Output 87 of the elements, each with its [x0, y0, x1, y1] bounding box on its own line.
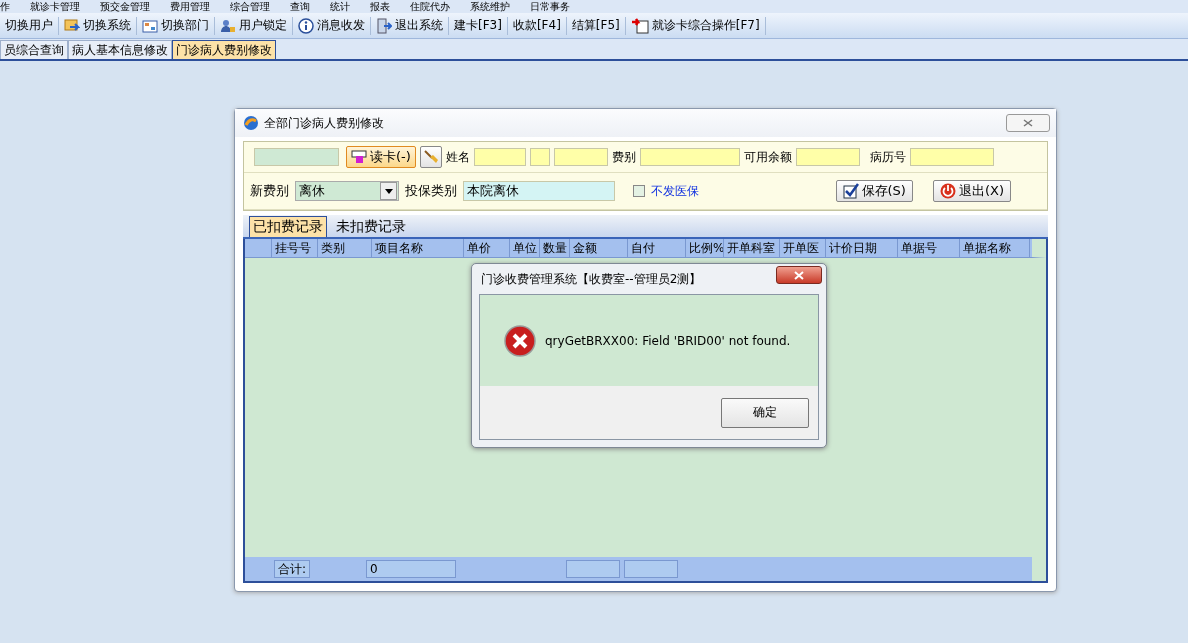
column-header[interactable]: 比例%: [686, 239, 724, 257]
total-cell: [566, 560, 621, 578]
card-number-field[interactable]: [254, 148, 339, 166]
close-icon: [794, 270, 804, 280]
toolbar-button[interactable]: 切换用户: [0, 16, 59, 35]
new-fee-dropdown[interactable]: 离休: [295, 181, 399, 201]
toolbar-button[interactable]: 退出系统: [371, 16, 449, 35]
toolbar-button[interactable]: 收款[F4]: [507, 16, 567, 35]
menu-item[interactable]: 报表: [370, 1, 390, 13]
column-header[interactable]: 项目名称: [372, 239, 464, 257]
column-header[interactable]: 类别: [318, 239, 372, 257]
menu-item[interactable]: 统计: [330, 1, 350, 13]
close-icon: [1023, 119, 1033, 127]
total-cell: [624, 560, 679, 578]
fee-type-field[interactable]: [639, 148, 740, 166]
tab[interactable]: 病人基本信息修改: [68, 40, 172, 59]
field-label: 病历号: [869, 148, 906, 166]
toolbar-button[interactable]: 消息收发: [293, 16, 371, 35]
sex-field[interactable]: [529, 148, 550, 166]
column-header[interactable]: 挂号号: [272, 239, 318, 257]
column-header[interactable]: 开单科室: [724, 239, 780, 257]
toolbar-button[interactable]: 就诊卡综合操作[F7]: [625, 16, 766, 35]
column-header[interactable]: 单据号: [898, 239, 960, 257]
total-cell: 0: [366, 560, 457, 578]
document-icon: [630, 17, 649, 34]
menu-item[interactable]: 系统维护: [470, 1, 510, 13]
exit-button[interactable]: 退出(X): [932, 180, 1011, 202]
field-label: 姓名: [445, 148, 470, 166]
column-header[interactable]: 金额: [570, 239, 628, 257]
toolbar-button[interactable]: 用户锁定: [215, 16, 293, 35]
column-header[interactable]: 自付: [628, 239, 686, 257]
toolbar-button[interactable]: 建卡[F3]: [449, 16, 508, 35]
dropdown-value: 离休: [299, 182, 325, 200]
caret-icon: [384, 188, 393, 194]
column-header[interactable]: 单位: [510, 239, 540, 257]
column-header[interactable]: 数量: [540, 239, 570, 257]
checkbox[interactable]: [633, 185, 645, 197]
tab[interactable]: 员综合查询: [0, 40, 68, 59]
window-icon: [142, 18, 158, 33]
menu-item[interactable]: 作: [0, 1, 10, 13]
record-number-field[interactable]: [909, 148, 994, 166]
tab[interactable]: 门诊病人费别修改: [172, 40, 276, 59]
read-card-button[interactable]: 读卡(-): [346, 146, 416, 168]
card-reader-icon: [351, 150, 367, 164]
column-header[interactable]: 开单医: [780, 239, 826, 257]
save-button[interactable]: 保存(S): [835, 180, 913, 202]
logo-icon: [243, 115, 259, 131]
balance-field[interactable]: [795, 148, 860, 166]
user-lock-icon: [220, 18, 236, 33]
error-icon: [504, 324, 536, 357]
switch-icon: [64, 18, 80, 33]
checkbox-label: 不发医保: [651, 182, 699, 200]
menu-item[interactable]: 查询: [290, 1, 310, 13]
field-label: 投保类别: [405, 182, 457, 200]
tab[interactable]: 已扣费记录: [249, 216, 327, 237]
window-title: 全部门诊病人费别修改: [264, 114, 384, 132]
dropdown-button[interactable]: [380, 182, 397, 200]
menu-item[interactable]: 费用管理: [170, 1, 210, 13]
menu-item[interactable]: 预交金管理: [100, 1, 150, 13]
broom-button[interactable]: [419, 146, 442, 168]
power-icon: [939, 183, 956, 199]
close-button[interactable]: [776, 266, 822, 284]
toolbar-button[interactable]: 切换部门: [137, 16, 215, 35]
age-field[interactable]: [553, 148, 608, 166]
field-label: 新费别: [250, 182, 289, 200]
column-header[interactable]: 单价: [464, 239, 510, 257]
tab[interactable]: 未扣费记录: [333, 216, 409, 237]
checkmark-icon: [842, 183, 859, 199]
field-label: 费别: [611, 148, 636, 166]
column-header[interactable]: 计价日期: [826, 239, 898, 257]
menu-item[interactable]: 就诊卡管理: [30, 1, 80, 13]
menu-item[interactable]: 综合管理: [230, 1, 270, 13]
exit-door-icon: [376, 17, 392, 34]
dialog-title: 门诊收费管理系统【收费室--管理员2测】: [481, 270, 702, 288]
info-icon: [298, 17, 314, 34]
total-label: 合计:: [274, 560, 311, 578]
toolbar-button[interactable]: 切换系统: [59, 16, 137, 35]
name-field[interactable]: [473, 148, 526, 166]
ok-button[interactable]: 确定: [721, 397, 809, 428]
field-label: 可用余额: [743, 148, 792, 166]
menu-item[interactable]: 住院代办: [410, 1, 450, 13]
broom-icon: [422, 149, 439, 165]
menu-item[interactable]: 日常事务: [530, 1, 570, 13]
toolbar-button[interactable]: 结算[F5]: [566, 16, 626, 35]
error-message: qryGetBRXX00: Field 'BRID00' not found.: [545, 333, 791, 348]
insurance-type-field[interactable]: 本院离休: [463, 181, 615, 201]
column-header[interactable]: 单据名称: [960, 239, 1030, 257]
